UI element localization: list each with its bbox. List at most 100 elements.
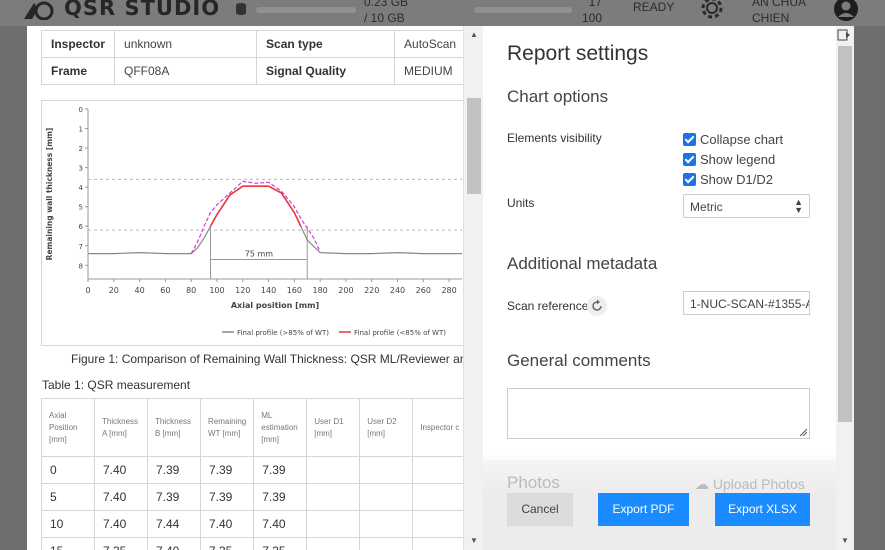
x-tick-label: 240 (390, 286, 405, 295)
frame-value: QFF08A (114, 57, 258, 85)
scroll-up-icon[interactable]: ▲ (470, 30, 478, 39)
user-name[interactable]: AN CHUA CHIEN (752, 0, 806, 26)
report-preview[interactable]: Inspector unknown Scan type AutoScan Fra… (27, 26, 483, 550)
scan-quota-progress-bar (474, 7, 572, 13)
scan-reference-input[interactable]: 1-NUC-SCAN-#1355-A (683, 291, 810, 315)
scan-type-label: Scan type (256, 30, 396, 58)
table-cell (306, 456, 361, 484)
elements-visibility-label: Elements visibility (507, 131, 602, 145)
y-tick-label: 3 (79, 165, 83, 173)
table-row: 157.357.407.357.35 (41, 537, 474, 550)
table-header-row: Axial Position [mm] Thickness A [mm] Thicknes… (41, 398, 474, 457)
table-cell (359, 537, 414, 550)
settings-scrollbar[interactable]: ▼ (836, 26, 854, 550)
column-header-line: [mm] (314, 428, 333, 438)
inspector-label: Inspector (40, 30, 116, 58)
checkbox-checked-icon[interactable] (683, 152, 696, 166)
chart-options-heading: Chart options (507, 87, 609, 106)
checkbox-checked-icon[interactable] (683, 132, 696, 146)
show-d1-d2-checkbox[interactable]: Show D1/D2 (683, 171, 773, 187)
table-cell: 7.39 (253, 456, 308, 484)
report-settings-panel: Report settings Chart options Elements v… (483, 26, 836, 550)
figure-caption: Figure 1: Comparison of Remaining Wall T… (71, 352, 480, 366)
exit-panel-icon[interactable] (837, 29, 851, 41)
database-icon (236, 3, 246, 15)
table-cell: 7.39 (253, 483, 308, 511)
column-header-line: Position (49, 422, 78, 432)
column-header-line: Inspector c (420, 422, 460, 432)
show-legend-checkbox[interactable]: Show legend (683, 151, 775, 167)
export-pdf-button[interactable]: Export PDF (598, 493, 689, 526)
units-select[interactable]: Metric ▲ ▼ (683, 194, 810, 218)
x-tick-label: 160 (287, 286, 302, 295)
table-cell: 7.44 (147, 510, 201, 538)
checkbox-label: Show legend (700, 151, 776, 167)
column-header-line: WT [mm] (208, 428, 241, 438)
table-cell: 7.39 (147, 456, 201, 484)
legend-label: Final profile (>85% of WT) (237, 329, 329, 337)
table-cell: 7.39 (147, 483, 201, 511)
report-metadata-table: Inspector unknown Scan type AutoScan Fra… (40, 30, 470, 85)
user-name-line2: CHIEN (752, 11, 790, 25)
y-tick-label: 7 (79, 243, 83, 251)
table-cell: 7.40 (94, 456, 148, 484)
scrollbar-thumb[interactable] (838, 46, 852, 422)
refresh-icon[interactable] (587, 296, 607, 316)
table-cell (359, 456, 414, 484)
y-tick-label: 6 (79, 223, 84, 231)
table-cell: 7.40 (94, 483, 148, 511)
table-row: 10 7.40 7.44 7.40 7.40 (41, 510, 474, 538)
table-cell: 7.40 (199, 510, 255, 538)
series-line-1 (209, 185, 302, 227)
status-indicator: READY (633, 0, 675, 14)
table-cell: 7.40 (94, 510, 148, 538)
general-comments-heading: General comments (507, 351, 651, 370)
storage-used: 0.23 GB (364, 0, 409, 9)
table-cell: 7.39 (199, 483, 255, 511)
upload-icon: ☁ (695, 476, 709, 492)
x-tick-label: 0 (85, 286, 90, 295)
chart-canvas: 0123456780 20 40 60 80 100 120 140 160 180 200 220 2… (45, 106, 462, 337)
gear-icon[interactable] (695, 0, 729, 26)
column-header: Remaining WT [mm] (199, 398, 255, 457)
column-header-line: Axial (49, 410, 67, 420)
column-header-line: Thickness (155, 416, 192, 426)
x-axis-label: Axial position [mm] (231, 301, 319, 310)
x-tick-label: 100 (209, 286, 224, 295)
table-cell: 7.35 (253, 537, 308, 550)
column-header-line: Thickness (102, 416, 139, 426)
column-header-line: [mm] (367, 428, 386, 438)
report-scrollbar[interactable]: ▲ ▼ (463, 26, 483, 550)
table-cell: 7.40 (147, 537, 201, 550)
scrollbar-thumb[interactable] (467, 98, 481, 194)
backdrop-overlay (854, 26, 885, 550)
wall-thickness-chart: 0 1 2 3 4 5 6 7 8 0 20 40 60 80 100 120 140 160 180 200 220 2… (41, 100, 465, 346)
x-tick-label: 260 (416, 286, 431, 295)
scan-quota: 17 100 (578, 0, 602, 26)
y-tick-label: 4 (79, 184, 84, 192)
y-tick-label: 0 (79, 106, 83, 114)
table-cell: 7.35 (199, 537, 255, 550)
x-tick-label: 120 (235, 286, 250, 295)
table-cell: 7.40 (253, 510, 308, 538)
signal-quality-label: Signal Quality (256, 57, 396, 85)
y-tick-label: 2 (79, 145, 83, 153)
x-tick-label: 200 (338, 286, 353, 295)
scroll-down-icon[interactable]: ▼ (470, 536, 478, 545)
export-xlsx-button[interactable]: Export XLSX (715, 493, 810, 526)
scan-reference-label: Scan reference (507, 299, 589, 313)
upload-photos-link[interactable]: ☁ Upload Photos (695, 476, 805, 493)
legend-label: Final profile (<85% of WT) (354, 329, 446, 337)
general-comments-textarea[interactable] (507, 388, 810, 439)
x-tick-label: 40 (134, 286, 144, 295)
checkbox-checked-icon[interactable] (683, 172, 696, 186)
column-header-line: A [mm] (102, 428, 127, 438)
avatar-icon[interactable] (833, 0, 859, 22)
collapse-chart-checkbox[interactable]: Collapse chart (683, 131, 783, 147)
cancel-button[interactable]: Cancel (507, 493, 573, 526)
x-tick-label: 20 (109, 286, 119, 295)
scroll-down-icon[interactable]: ▼ (841, 536, 849, 545)
column-header: ML estimation [mm] (253, 398, 308, 457)
resize-grip-icon[interactable] (799, 428, 807, 436)
y-axis-label: Remaining wall thickness [mm] (45, 128, 54, 261)
